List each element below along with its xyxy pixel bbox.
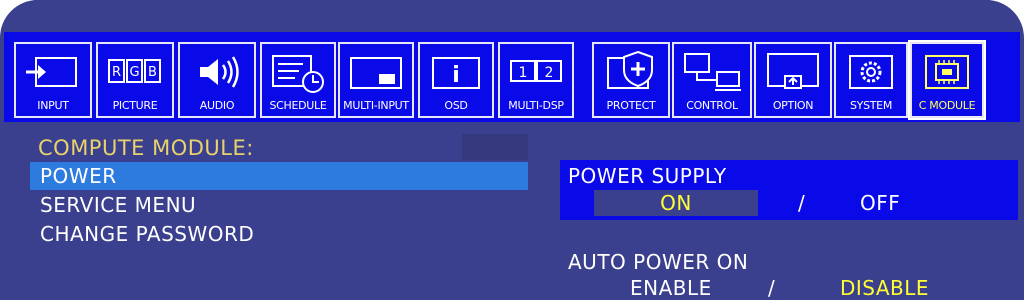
tab-option[interactable]: OPTION [754, 42, 832, 118]
power-supply-on-option[interactable]: ON [594, 190, 758, 216]
tab-label: SYSTEM [849, 99, 893, 112]
tab-label: OPTION [772, 99, 814, 112]
multi-dsp-icon: 1 2 [500, 48, 572, 96]
menu-item-change-password[interactable]: CHANGE PASSWORD [30, 220, 528, 248]
auto-power-on-disable-option[interactable]: DISABLE [840, 276, 929, 300]
tab-picture[interactable]: R G B PICTURE [96, 42, 174, 118]
multi-input-icon [340, 48, 412, 96]
tab-multi-dsp[interactable]: 1 2 MULTI-DSP [498, 42, 574, 118]
tab-label: MULTI-INPUT [343, 99, 409, 112]
tab-c-module[interactable]: C MODULE [908, 40, 986, 120]
tab-label: C MODULE [918, 99, 976, 112]
tab-label: CONTROL [686, 99, 738, 112]
submenu-panel: COMPUTE MODULE: POWER SERVICE MENU CHANG… [30, 132, 528, 300]
tab-label: AUDIO [199, 99, 235, 112]
tab-label: SCHEDULE [269, 99, 327, 112]
power-supply-setting: POWER SUPPLY ON / OFF [560, 160, 1018, 220]
tab-protect[interactable]: PROTECT [592, 42, 670, 118]
schedule-icon [262, 48, 334, 96]
menu-item-service-menu[interactable]: SERVICE MENU [30, 191, 528, 219]
section-title: COMPUTE MODULE: [38, 136, 254, 160]
tab-osd[interactable]: i OSD [418, 42, 494, 118]
main-menu-toolbar: INPUT R G B PICTURE AUDIO SCHEDULE MULTI… [4, 32, 1020, 122]
option-separator: / [798, 191, 805, 215]
tab-schedule[interactable]: SCHEDULE [260, 42, 336, 118]
power-supply-label: POWER SUPPLY [568, 164, 727, 188]
tab-control[interactable]: CONTROL [672, 42, 752, 118]
tab-system[interactable]: SYSTEM [834, 42, 908, 118]
tab-label: INPUT [37, 99, 69, 112]
auto-power-on-enable-option[interactable]: ENABLE [630, 276, 712, 300]
svg-text:i: i [452, 63, 460, 88]
tab-multi-input[interactable]: MULTI-INPUT [338, 42, 414, 118]
chip-icon [912, 48, 982, 96]
tab-label: OSD [444, 99, 468, 112]
option-separator: / [768, 276, 775, 300]
svg-text:B: B [148, 65, 157, 80]
input-icon [16, 48, 90, 96]
tab-label: PROTECT [606, 99, 656, 112]
option-icon [756, 48, 830, 96]
menu-item-power[interactable]: POWER [30, 162, 528, 190]
rgb-icon: R G B [98, 48, 172, 96]
speaker-icon [180, 48, 254, 96]
title-divider [462, 134, 528, 160]
shield-icon [594, 48, 668, 96]
svg-text:R: R [112, 65, 121, 80]
svg-text:1: 1 [519, 65, 528, 81]
tab-label: PICTURE [112, 99, 158, 112]
tab-input[interactable]: INPUT [14, 42, 92, 118]
network-icon [674, 48, 750, 96]
osd-window: INPUT R G B PICTURE AUDIO SCHEDULE MULTI… [0, 0, 1024, 300]
info-icon: i [420, 48, 492, 96]
gear-icon [836, 48, 906, 96]
auto-power-on-label: AUTO POWER ON [568, 250, 749, 274]
svg-text:G: G [129, 65, 139, 80]
power-supply-off-option[interactable]: OFF [860, 190, 900, 216]
svg-text:2: 2 [545, 65, 554, 81]
tab-audio[interactable]: AUDIO [178, 42, 256, 118]
settings-panel: POWER SUPPLY ON / OFF AUTO POWER ON ENAB… [528, 132, 1024, 300]
title-strip [0, 0, 1024, 30]
tab-label: MULTI-DSP [508, 99, 564, 112]
